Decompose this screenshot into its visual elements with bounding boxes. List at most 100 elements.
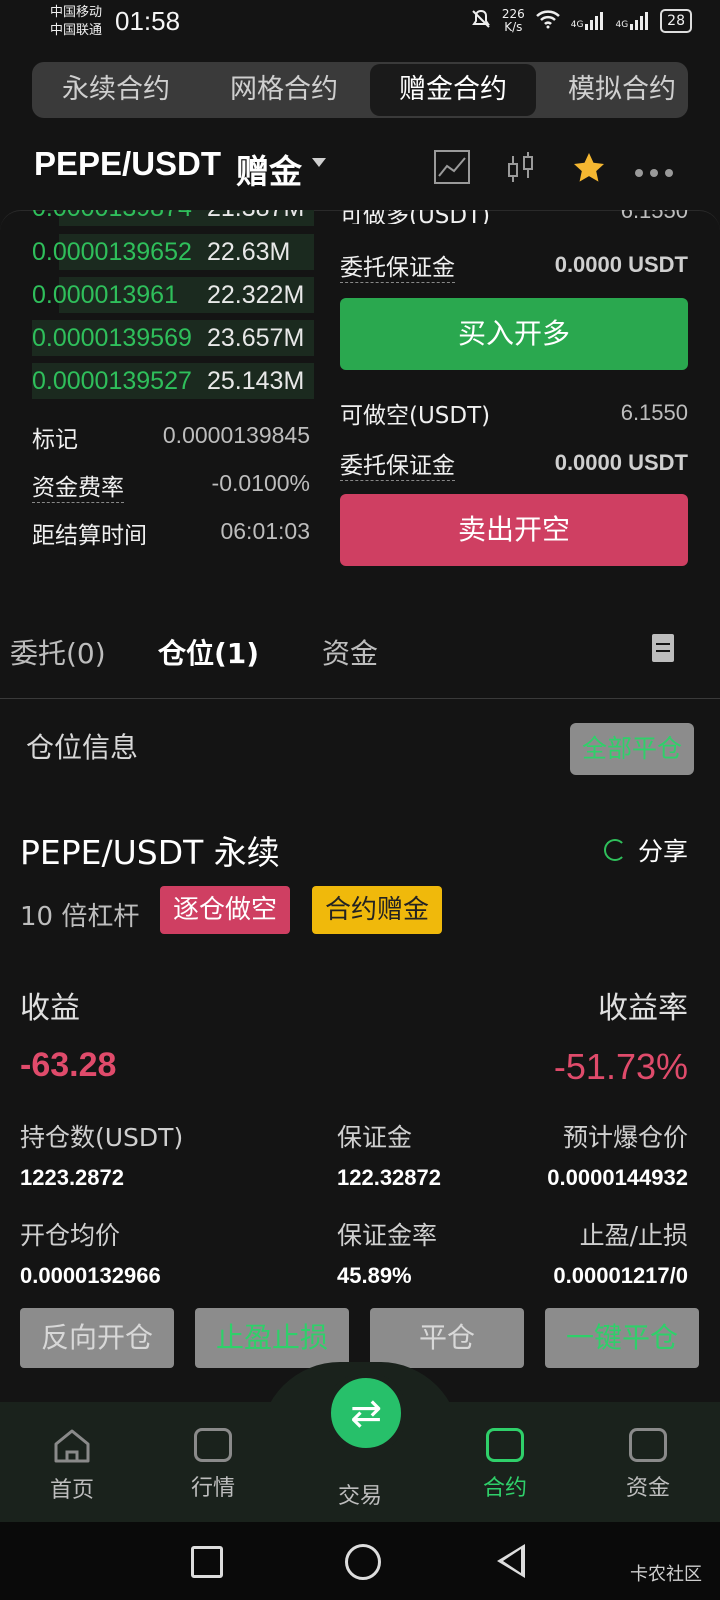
- trade-panel: 0.0000139874 21.387M 0.0000139652 22.63M…: [0, 210, 720, 590]
- signal-icon-1: 4G: [571, 12, 606, 30]
- nav-trade-label: 交易: [337, 1484, 382, 1509]
- tpsl-label: 止盈/止损: [579, 1221, 688, 1250]
- section-title: 仓位信息: [26, 731, 139, 764]
- margin-value: 122.32872: [337, 1165, 441, 1190]
- leverage: 10 倍杠杆: [20, 902, 140, 932]
- close-all-button[interactable]: 全部平仓: [570, 723, 694, 775]
- chart-icon[interactable]: [434, 150, 470, 188]
- home-icon: [53, 1428, 91, 1464]
- carrier-info: 中国移动 中国联通: [50, 4, 102, 40]
- order-book-row[interactable]: 0.000013961 22.322M: [0, 275, 320, 315]
- tpsl-value: 0.00001217/0: [553, 1263, 688, 1288]
- funding-label[interactable]: 资金费率: [32, 468, 124, 503]
- order-book-row[interactable]: 0.0000139569 23.657M: [0, 318, 320, 358]
- liq-label: 预计爆仓价: [562, 1123, 688, 1152]
- liq-value: 0.0000144932: [547, 1165, 688, 1190]
- long-avail-value: 6.1550: [620, 210, 688, 223]
- tab-bonus[interactable]: 赠金合约: [370, 64, 536, 116]
- star-icon[interactable]: [571, 150, 607, 190]
- pnl-rate-label: 收益率: [598, 991, 688, 1026]
- carrier-2: 中国联通: [50, 23, 103, 38]
- pnl-label: 收益: [20, 991, 80, 1026]
- sell-short-button[interactable]: 卖出开空: [340, 494, 688, 566]
- recent-apps-icon[interactable]: [191, 1546, 223, 1578]
- share-icon: [603, 839, 626, 861]
- tab-funds[interactable]: 资金: [322, 632, 378, 672]
- order-book: 0.0000139874 21.387M 0.0000139652 22.63M…: [0, 210, 320, 410]
- share-button[interactable]: 分享: [603, 832, 688, 868]
- carrier-1: 中国移动: [50, 5, 103, 20]
- pnl-value: -63.28: [20, 1046, 117, 1084]
- nav-funds-label: 资金: [625, 1476, 670, 1501]
- long-margin-label[interactable]: 委托保证金: [340, 248, 455, 283]
- wallet-icon: [629, 1428, 667, 1462]
- status-badge-short: 逐仓做空: [160, 886, 291, 934]
- candlestick-icon[interactable]: [506, 152, 536, 190]
- watermark: 卡农社区: [630, 1564, 702, 1585]
- reverse-open-button[interactable]: 反向开仓: [20, 1308, 174, 1368]
- pair-tag[interactable]: 赠金: [236, 145, 302, 193]
- position-pair: PEPE/USDT 永续: [20, 833, 280, 872]
- order-qty: 22.63M: [207, 238, 291, 266]
- order-qty: 22.322M: [207, 281, 305, 309]
- one-click-close-button[interactable]: 一键平仓: [545, 1308, 699, 1368]
- wifi-icon: [535, 9, 561, 33]
- tab-demo[interactable]: 模拟合约: [538, 62, 688, 118]
- market-icon: [194, 1428, 232, 1462]
- short-margin-label[interactable]: 委托保证金: [340, 446, 455, 481]
- share-label: 分享: [637, 837, 688, 866]
- nav-funds[interactable]: 资金: [598, 1420, 698, 1502]
- tab-positions[interactable]: 仓位(1): [158, 632, 259, 672]
- nav-market[interactable]: 行情: [163, 1420, 263, 1502]
- entry-label: 开仓均价: [20, 1221, 121, 1250]
- clock: 01:58: [115, 6, 181, 36]
- back-icon[interactable]: [497, 1544, 525, 1578]
- nav-market-label: 行情: [190, 1476, 235, 1501]
- short-avail-label: 可做空(USDT): [340, 403, 491, 429]
- document-icon[interactable]: [652, 634, 674, 662]
- tab-orders[interactable]: 委托(0): [10, 632, 106, 672]
- nav-futures-label: 合约: [482, 1476, 527, 1501]
- size-value: 1223.2872: [20, 1165, 124, 1190]
- tab-grid[interactable]: 网格合约: [200, 62, 368, 118]
- position-tabs: 委托(0) 仓位(1) 资金: [0, 610, 720, 699]
- battery-icon: 28: [660, 9, 692, 33]
- nav-futures[interactable]: 合约: [455, 1420, 555, 1502]
- nav-trade[interactable]: 交易: [310, 1420, 410, 1510]
- mute-icon: [470, 8, 492, 34]
- order-book-row[interactable]: 0.0000139527 25.143M: [0, 361, 320, 401]
- short-avail-value: 6.1550: [620, 400, 688, 425]
- settle-label: 距结算时间: [32, 523, 147, 549]
- order-qty: 25.143M: [207, 367, 305, 395]
- settle-value: 06:01:03: [220, 518, 310, 544]
- net-speed: 226 K/s: [502, 8, 525, 34]
- signal-type-2: 4G: [615, 20, 629, 30]
- long-avail-label: 可做多(USDT): [340, 210, 490, 224]
- order-price: 0.0000139652: [32, 238, 192, 266]
- size-label: 持仓数(USDT): [20, 1123, 184, 1152]
- buy-long-button[interactable]: 买入开多: [340, 298, 688, 370]
- order-qty: 23.657M: [207, 324, 305, 352]
- pair-title[interactable]: PEPE/USDT: [34, 145, 221, 183]
- home-circle-icon[interactable]: [345, 1544, 381, 1580]
- pnl-rate-value: -51.73%: [553, 1046, 688, 1087]
- signal-type-1: 4G: [570, 20, 584, 30]
- more-icon[interactable]: [634, 163, 674, 182]
- contract-type-tabs: 永续合约 网格合约 赠金合约 模拟合约: [32, 62, 688, 118]
- net-speed-unit: K/s: [504, 20, 523, 34]
- tab-perpetual[interactable]: 永续合约: [32, 62, 200, 118]
- signal-icon-2: 4G: [615, 12, 650, 30]
- nav-home-label: 首页: [49, 1478, 94, 1503]
- margin-rate-label: 保证金率: [337, 1221, 438, 1250]
- entry-value: 0.0000132966: [20, 1263, 161, 1288]
- chevron-down-icon[interactable]: [312, 158, 326, 167]
- close-position-button[interactable]: 平仓: [370, 1308, 524, 1368]
- margin-label: 保证金: [337, 1123, 413, 1152]
- order-price: 0.0000139527: [32, 367, 192, 395]
- long-margin-value: 0.0000 USDT: [554, 252, 688, 277]
- funding-value: -0.0100%: [211, 470, 310, 496]
- order-book-row[interactable]: 0.0000139652 22.63M: [0, 232, 320, 272]
- tp-sl-button[interactable]: 止盈止损: [195, 1308, 349, 1368]
- mark-value: 0.0000139845: [162, 422, 310, 448]
- nav-home[interactable]: 首页: [22, 1420, 122, 1504]
